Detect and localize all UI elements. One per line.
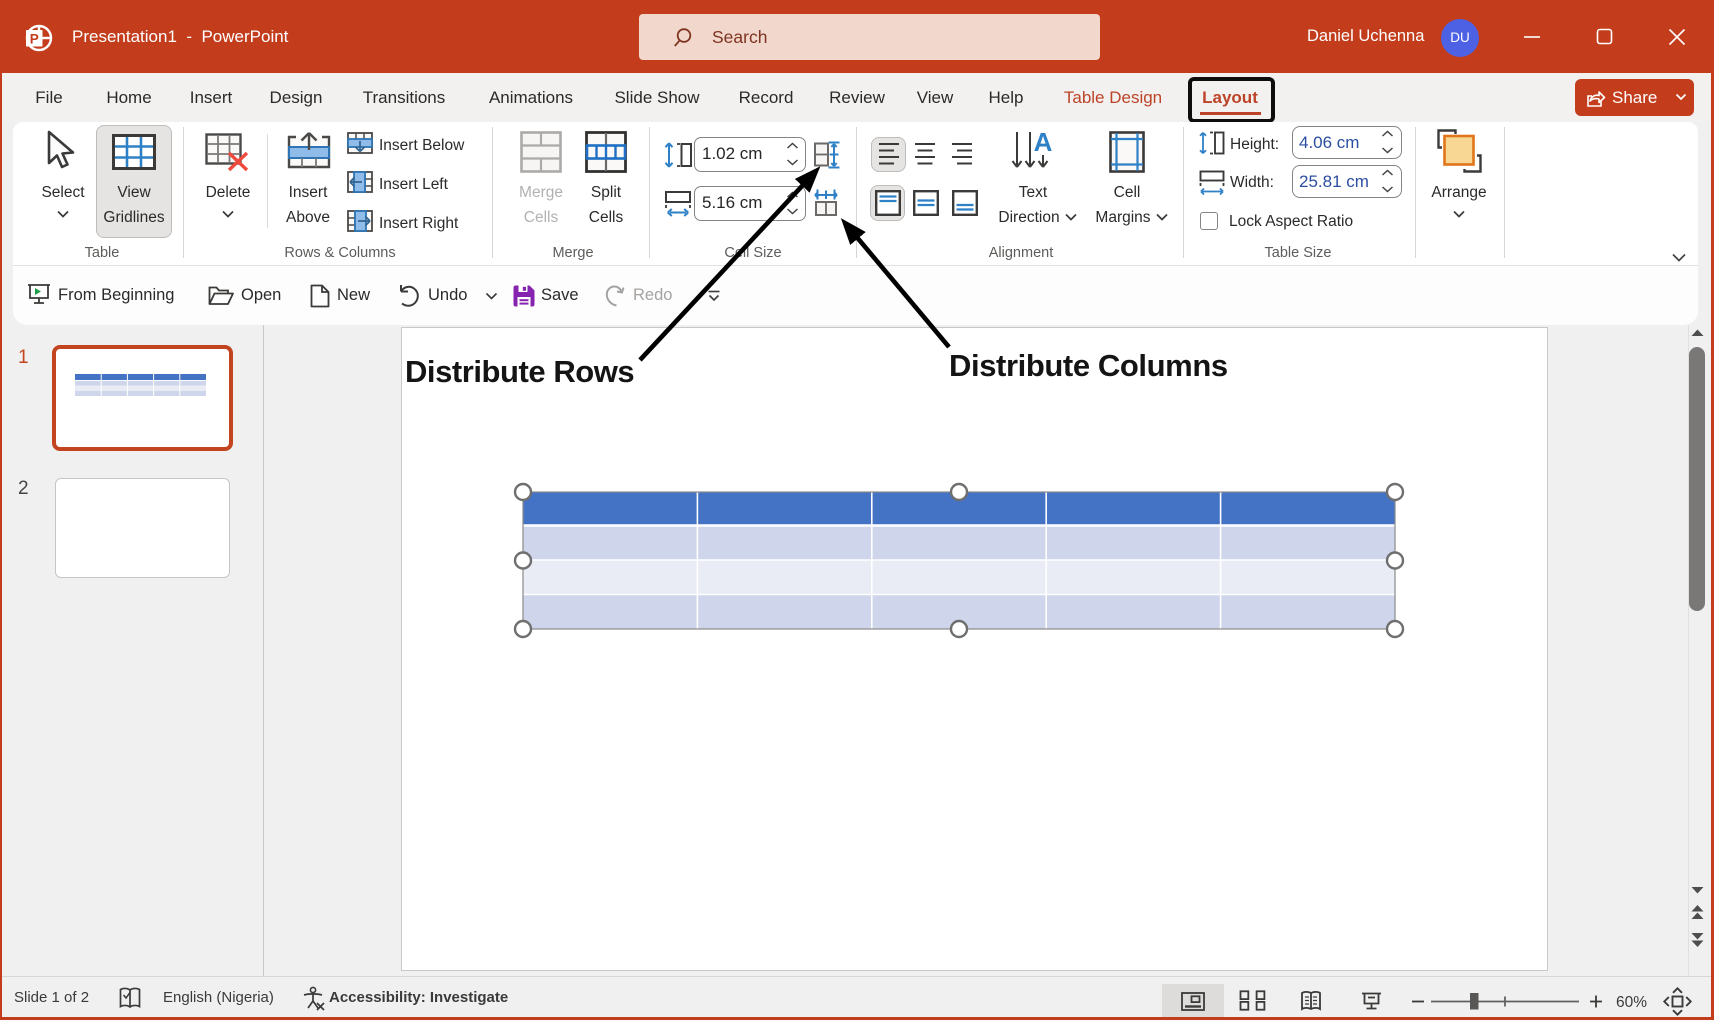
- svg-text:A: A: [1034, 127, 1053, 157]
- svg-text:P: P: [30, 32, 39, 47]
- svg-text:60%: 60%: [1616, 994, 1647, 1011]
